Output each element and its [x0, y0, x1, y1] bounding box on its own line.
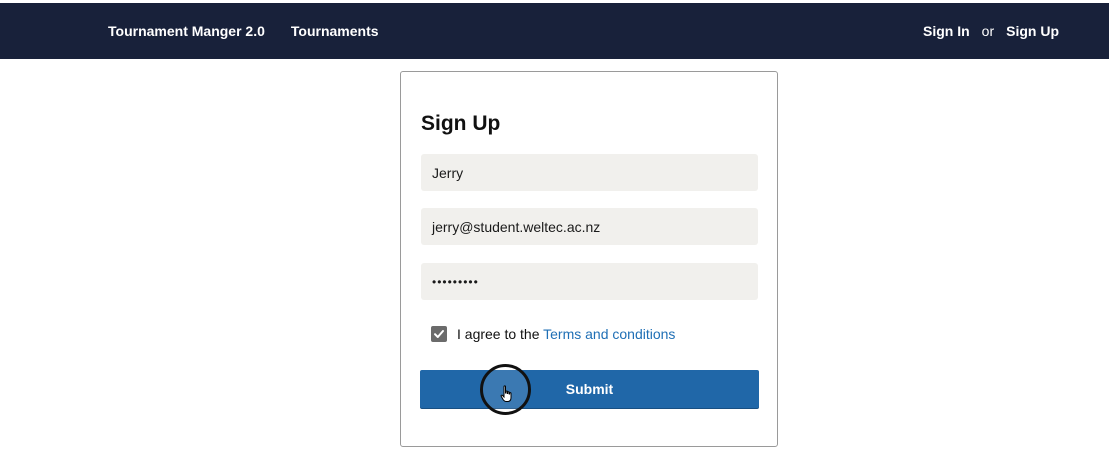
nav-left: Tournament Manger 2.0 Tournaments	[108, 23, 379, 39]
nav-or-text: or	[981, 23, 995, 39]
password-field-value: •••••••••	[432, 274, 479, 289]
sign-in-link[interactable]: Sign In	[923, 23, 970, 39]
page-title: Sign Up	[421, 112, 501, 135]
navbar: Tournament Manger 2.0 Tournaments Sign I…	[0, 3, 1109, 59]
checkmark-icon	[434, 330, 444, 338]
agree-row: I agree to the Terms and conditions	[431, 326, 675, 342]
nav-right: Sign In or Sign Up	[923, 23, 1059, 39]
signup-card: Sign Up Jerry jerry@student.weltec.ac.nz…	[400, 71, 778, 447]
submit-button[interactable]: Submit	[420, 370, 759, 408]
name-field-value: Jerry	[432, 164, 464, 181]
password-field[interactable]: •••••••••	[421, 263, 758, 300]
sign-up-link[interactable]: Sign Up	[1006, 23, 1059, 39]
email-field-value: jerry@student.weltec.ac.nz	[432, 218, 601, 235]
email-field[interactable]: jerry@student.weltec.ac.nz	[421, 208, 758, 245]
nav-tournaments-link[interactable]: Tournaments	[291, 23, 379, 39]
name-field[interactable]: Jerry	[421, 154, 758, 191]
agree-label: I agree to the	[457, 326, 544, 342]
terms-link[interactable]: Terms and conditions	[543, 326, 675, 342]
brand-link[interactable]: Tournament Manger 2.0	[108, 23, 265, 39]
agree-checkbox[interactable]	[431, 326, 447, 342]
